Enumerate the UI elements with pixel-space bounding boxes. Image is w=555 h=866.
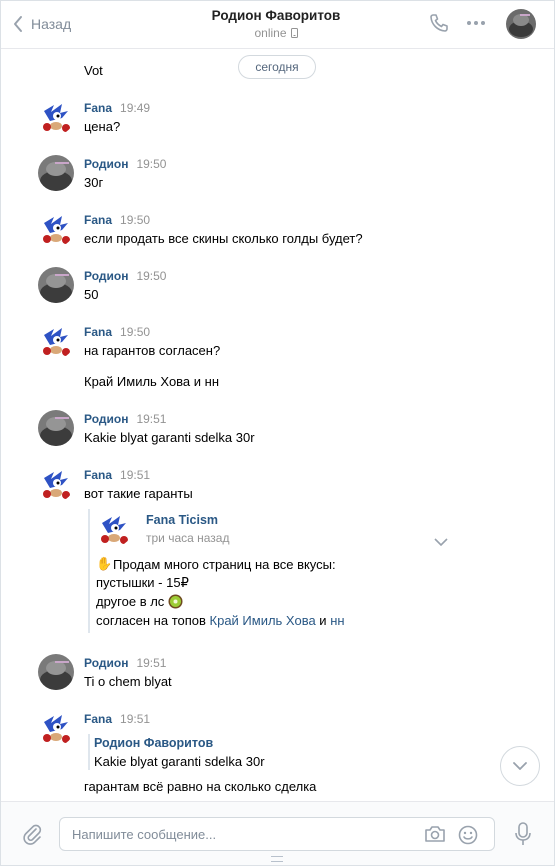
forwarded-avatar[interactable] — [96, 511, 132, 547]
message-time: 19:50 — [120, 213, 151, 227]
forwarded-line: согласен на топов Край Имиль Хова и нн — [96, 613, 345, 628]
avatar[interactable] — [38, 99, 74, 135]
message-sender: Fana 19:51 — [84, 468, 150, 482]
forwarded-line-4-mid: и — [315, 613, 331, 628]
emoji-icon[interactable] — [458, 825, 478, 845]
forwarded-time[interactable]: три часа назад — [146, 531, 229, 545]
message-text: цена? — [84, 119, 121, 134]
message-time: 19:51 — [136, 656, 167, 670]
message-time: 19:51 — [120, 712, 151, 726]
quote-sender[interactable]: Родион Фаворитов — [94, 736, 213, 750]
avatar[interactable] — [38, 211, 74, 247]
sender-name[interactable]: Fana — [84, 213, 112, 227]
message-sender: Fana 19:50 — [84, 213, 150, 227]
avatar[interactable] — [38, 710, 74, 746]
back-label: Назад — [31, 16, 72, 32]
message-sender: Родион 19:50 — [84, 157, 166, 171]
avatar[interactable] — [38, 323, 74, 359]
sender-name[interactable]: Родион — [84, 412, 128, 426]
quote-text: Kakie blyat garanti sdelka 30r — [94, 754, 265, 769]
forwarded-line: ✋ Продам много страниц на все вкусы: — [96, 556, 336, 572]
avatar[interactable] — [38, 410, 74, 446]
status-text: online — [254, 26, 287, 40]
message-text: Ti o chem blyat — [84, 674, 172, 689]
message-sender: Fana 19:49 — [84, 101, 150, 115]
message-sender: Родион 19:51 — [84, 412, 166, 426]
message-text: на гарантов согласен? — [84, 343, 221, 358]
message-sender: Родион 19:50 — [84, 269, 166, 283]
wave-hand-icon: ✋ — [96, 556, 113, 571]
avatar[interactable] — [38, 267, 74, 303]
back-button[interactable]: Назад — [13, 13, 71, 35]
message-text: 30г — [84, 175, 104, 190]
sender-name[interactable]: Родион — [84, 656, 128, 670]
mention-link[interactable]: нн — [330, 613, 344, 628]
message-sender: Fana 19:50 — [84, 325, 150, 339]
chevron-left-icon — [14, 16, 22, 32]
scroll-down-button[interactable] — [500, 746, 540, 786]
chat-header: Назад Родион Фаворитов online — [1, 1, 554, 49]
paperclip-icon[interactable] — [21, 823, 43, 845]
message-input-placeholder: Напишите сообщение... — [72, 827, 217, 842]
resize-grip[interactable] — [271, 856, 283, 862]
sender-name[interactable]: Fana — [84, 468, 112, 482]
forwarded-line-1: Продам много страниц на все вкусы: — [113, 556, 336, 572]
avatar[interactable] — [38, 466, 74, 502]
message-time: 19:50 — [136, 157, 167, 171]
forwarded-line-2: пустышки - 15₽ — [96, 575, 189, 590]
sender-name[interactable]: Fana — [84, 325, 112, 339]
message-text: 50 — [84, 287, 99, 302]
message-time: 19:50 — [136, 269, 167, 283]
chat-window: Назад Родион Фаворитов online сегодня Vo… — [0, 0, 555, 866]
sender-name[interactable]: Родион — [84, 269, 128, 283]
avatar[interactable] — [38, 155, 74, 191]
chevron-down-icon[interactable] — [434, 538, 448, 546]
sender-name[interactable]: Fana — [84, 101, 112, 115]
more-icon[interactable] — [466, 20, 486, 26]
message-sender: Родион 19:51 — [84, 656, 166, 670]
online-status: online — [151, 26, 401, 40]
chat-title-block[interactable]: Родион Фаворитов online — [151, 8, 401, 40]
message-time: 19:51 — [136, 412, 167, 426]
date-divider: сегодня — [238, 55, 316, 79]
chevron-down-icon — [513, 762, 527, 770]
message-time: 19:49 — [120, 101, 151, 115]
forwarded-line-3: другое в лс — [96, 594, 165, 609]
sender-name[interactable]: Родион — [84, 157, 128, 171]
forwarded-line: другое в лс — [96, 594, 183, 609]
forwarded-sender[interactable]: Fana Ticism — [146, 513, 218, 527]
message-time: 19:50 — [120, 325, 151, 339]
header-avatar[interactable] — [506, 9, 536, 39]
kiwi-icon — [168, 594, 183, 609]
forwarded-bar — [88, 509, 90, 633]
phone-icon[interactable] — [429, 13, 449, 33]
forwarded-line-4-prefix: согласен на топов — [96, 613, 210, 628]
mobile-icon — [290, 28, 298, 38]
message-sender: Fana 19:51 — [84, 712, 150, 726]
mention-link[interactable]: Край Имиль Хова — [210, 613, 316, 628]
message-text: Kakie blyat garanti sdelka 30r — [84, 430, 255, 445]
message-text: гарантам всё равно на сколько сделка — [84, 779, 317, 794]
message-text: Край Имиль Хова и нн — [84, 374, 220, 389]
camera-icon[interactable] — [424, 825, 446, 843]
chat-title: Родион Фаворитов — [211, 8, 341, 23]
message-text: вот такие гаранты — [84, 486, 193, 501]
message-time: 19:51 — [120, 468, 151, 482]
message-text: если продать все скины сколько голды буд… — [84, 231, 363, 246]
microphone-icon[interactable] — [514, 822, 532, 846]
message-text: Vot — [84, 63, 103, 78]
avatar[interactable] — [38, 654, 74, 690]
sender-name[interactable]: Fana — [84, 712, 112, 726]
quote-bar — [88, 734, 90, 770]
message-input[interactable]: Напишите сообщение... — [59, 817, 495, 851]
